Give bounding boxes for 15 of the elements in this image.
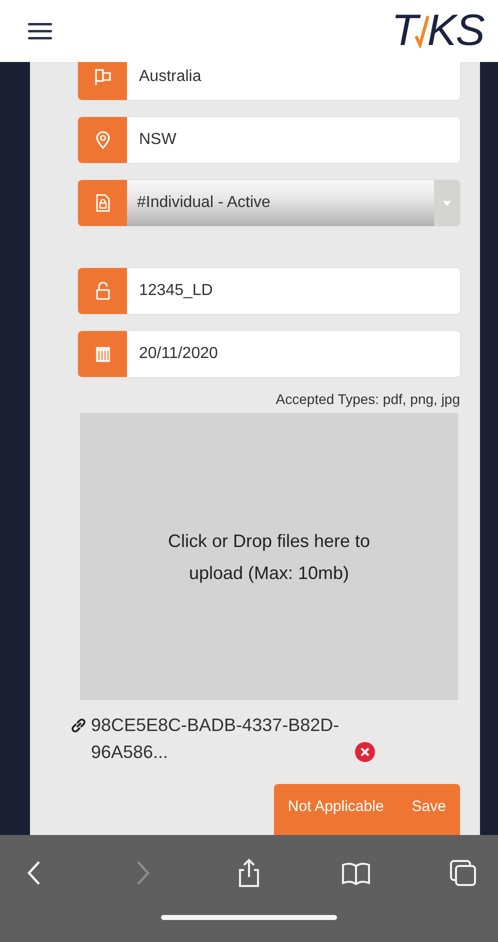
flag-icon	[92, 67, 112, 87]
upload-dropzone[interactable]: Click or Drop files here to upload (Max: 10mb)	[80, 413, 458, 700]
menu-icon[interactable]	[28, 21, 52, 41]
input-field[interactable]: 20/11/2020	[78, 331, 460, 377]
attachment-link[interactable]: 98CE5E8C-BADB-4337-B82D-96A586...	[91, 712, 353, 766]
tabs-icon[interactable]	[447, 857, 479, 889]
accepted-types-text: Accepted Types: pdf, png, jpg	[274, 391, 460, 407]
remove-icon[interactable]	[355, 742, 375, 762]
input-field[interactable]: Australia	[78, 62, 460, 100]
logo-text: KS	[427, 6, 484, 56]
link-icon	[70, 717, 87, 734]
caret-icon	[443, 200, 451, 206]
status-select[interactable]: #Individual - Active	[127, 180, 460, 226]
input-field[interactable]: NSW	[78, 117, 460, 163]
input-field[interactable]: 12345_LD	[78, 268, 460, 314]
